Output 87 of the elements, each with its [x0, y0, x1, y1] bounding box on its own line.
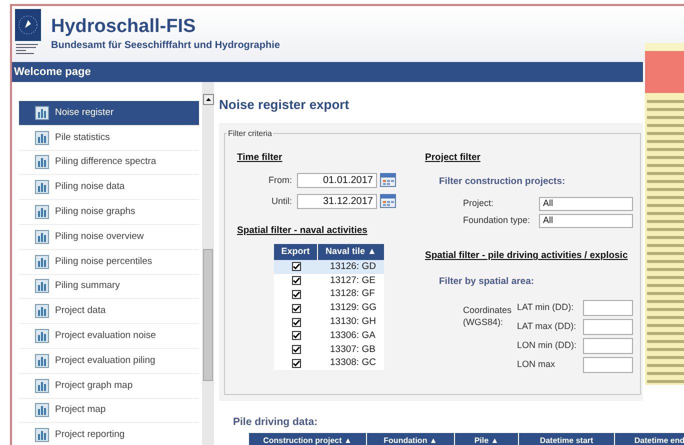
chart-icon: [35, 180, 49, 194]
section-heading: Spatial filter - naval activities: [237, 224, 368, 238]
table-cell-text: 13129: GG: [329, 301, 376, 316]
page-title: Noise register export: [219, 96, 350, 114]
dropdown[interactable]: All: [539, 197, 633, 211]
chart-icon: [35, 403, 49, 418]
field-label: From:: [268, 174, 293, 186]
sidebar-item[interactable]: Project map: [19, 398, 199, 424]
sidebar-item[interactable]: Project reporting: [19, 423, 199, 445]
section-heading: Project filter: [425, 150, 482, 164]
scroll-thumb[interactable]: [203, 249, 213, 381]
table-row[interactable]: 13126: GD: [274, 260, 384, 274]
date-field[interactable]: 01.01.2017: [297, 172, 377, 188]
chart-icon: [35, 304, 49, 318]
column-header[interactable]: Datetime start: [519, 433, 615, 445]
sidebar-item[interactable]: Project evaluation piling: [19, 348, 199, 374]
sidebar-item[interactable]: Project data: [19, 299, 199, 324]
column-header[interactable]: Naval tile ▲: [318, 244, 384, 260]
coordinate-field[interactable]: [583, 318, 633, 334]
chart-icon: [35, 205, 49, 220]
chart-icon: [35, 254, 49, 269]
section-heading: Pile driving data:: [233, 414, 319, 430]
column-header[interactable]: Foundation ▲: [367, 433, 455, 445]
chart-icon: [35, 378, 49, 393]
up-arrow-icon: [206, 98, 210, 101]
table-cell-text: 13306: GA: [329, 328, 376, 343]
sidebar-item[interactable]: Pile statistics: [19, 126, 199, 151]
calendar-icon[interactable]: [380, 173, 396, 188]
table-cell-text: 13126: GD: [329, 260, 376, 274]
sidebar-item[interactable]: Piling summary: [19, 274, 199, 300]
section-heading: Time filter: [237, 150, 284, 164]
table-cell-text: 13130: GH: [329, 314, 376, 329]
column-header[interactable]: Pile ▲: [455, 433, 519, 445]
chart-icon: [35, 130, 49, 145]
table-cell-text: 13307: GB: [329, 342, 376, 357]
sidebar-item[interactable]: Noise register: [19, 101, 199, 126]
field-label: LON max: [517, 358, 556, 371]
scroll-up-button[interactable]: [202, 94, 214, 105]
chart-icon: [35, 279, 49, 294]
field-label: Project:: [462, 197, 495, 210]
section-heading: Spatial filter - pile driving activities / explosic: [425, 249, 629, 263]
checkbox[interactable]: [292, 262, 300, 272]
chart-icon: [35, 230, 49, 244]
column-header[interactable]: Export: [274, 244, 318, 260]
sidebar-item[interactable]: Project evaluation noise: [19, 324, 199, 349]
scrollbar[interactable]: [202, 82, 214, 445]
field-label: Foundation type:: [462, 214, 532, 228]
chart-icon: [35, 106, 49, 120]
checkbox[interactable]: [292, 290, 300, 299]
column-header[interactable]: Construction project ▲: [249, 433, 367, 445]
app-title: Hydroschall-FIS: [51, 14, 197, 38]
sidebar-item[interactable]: Piling noise overview: [19, 224, 199, 250]
dropdown[interactable]: All: [539, 214, 633, 228]
sidebar-item[interactable]: Piling difference spectra: [19, 150, 199, 176]
table-cell-text: 13128: GF: [329, 287, 375, 302]
checkbox[interactable]: [292, 358, 300, 368]
app-subtitle: Bundesamt für Seeschifffahrt und Hydrographie: [51, 39, 280, 54]
coordinate-field[interactable]: [583, 338, 633, 354]
field-label: Until:: [270, 194, 293, 208]
checkbox[interactable]: [292, 331, 300, 340]
chart-icon: [35, 428, 49, 442]
field-label: LAT max (DD):: [517, 320, 578, 333]
chart-icon: [35, 329, 49, 344]
sidebar-item[interactable]: Piling noise graphs: [19, 200, 199, 225]
checkbox[interactable]: [292, 304, 300, 313]
calendar-icon[interactable]: [380, 194, 396, 208]
sidebar-item[interactable]: Piling noise data: [19, 175, 199, 200]
fieldset-legend: Filter criteria: [227, 128, 274, 140]
chart-icon: [35, 354, 49, 368]
date-field[interactable]: 31.12.2017: [297, 194, 377, 209]
column-header[interactable]: Datetime end: [615, 433, 684, 445]
coordinate-field[interactable]: [583, 300, 633, 316]
coordinate-field[interactable]: [583, 356, 633, 372]
checkbox[interactable]: [292, 276, 300, 286]
subsection-heading: Filter by spatial area:: [439, 275, 536, 290]
chart-icon: [35, 155, 49, 170]
checkbox[interactable]: [292, 318, 300, 327]
table-cell-text: 13308: GC: [329, 356, 376, 370]
checkbox[interactable]: [292, 345, 300, 354]
table-cell-text: 13127: GE: [329, 274, 376, 288]
field-label: Coordinates (WGS84):: [463, 304, 513, 329]
sidebar-item[interactable]: Project graph map: [19, 374, 199, 399]
subsection-heading: Filter construction projects:: [439, 174, 566, 189]
sidebar-item[interactable]: Piling noise percentiles: [19, 250, 199, 275]
field-label: LON min (DD):: [517, 338, 578, 352]
nav-link[interactable]: Welcome page: [14, 64, 91, 80]
field-label: LAT min (DD):: [517, 300, 575, 314]
